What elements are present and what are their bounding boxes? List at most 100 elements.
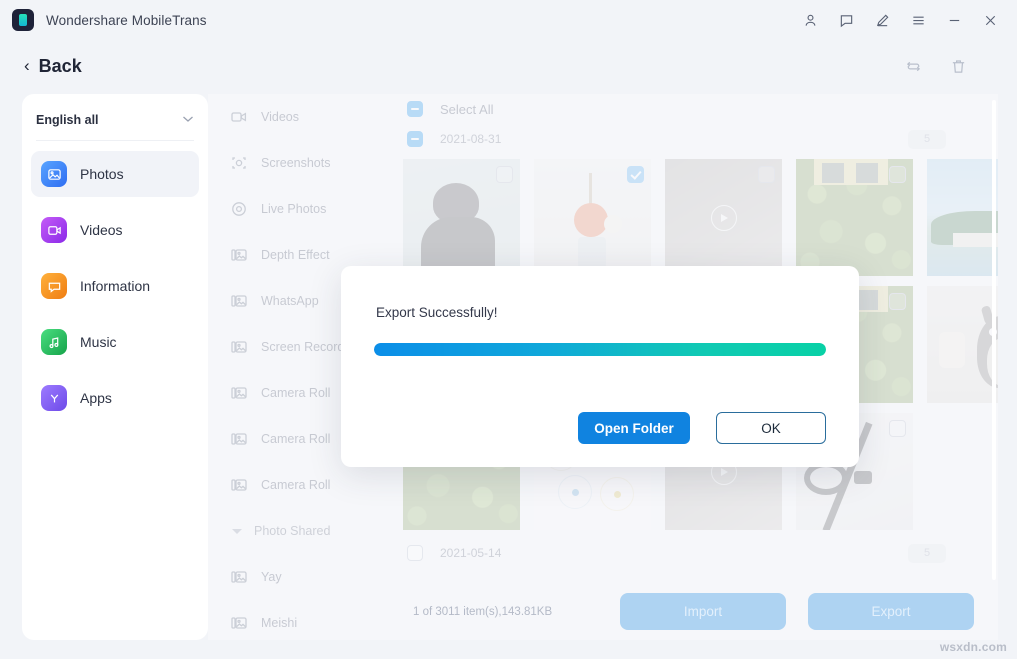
- category-label: Camera Roll: [261, 386, 330, 400]
- album-icon: [230, 614, 248, 632]
- select-all-row[interactable]: Select All: [398, 94, 998, 124]
- sidebar-item-apps[interactable]: Apps: [31, 375, 199, 421]
- language-label: English all: [36, 113, 99, 127]
- sidebar-item-label: Photos: [80, 166, 124, 182]
- dialog-title: Export Successfully!: [376, 305, 498, 320]
- group-date: 2021-05-14: [440, 546, 501, 560]
- content-toolbar: [905, 58, 993, 75]
- category-label: Photo Shared: [254, 524, 330, 538]
- thumb-checkbox[interactable]: [758, 166, 775, 183]
- page-header: ‹ Back: [0, 42, 1017, 90]
- sidebar-item-label: Videos: [80, 222, 123, 238]
- live-photo-icon: [230, 200, 248, 218]
- sidebar-item-photos[interactable]: Photos: [31, 151, 199, 197]
- screenshot-icon: [230, 154, 248, 172]
- group-checkbox[interactable]: [407, 545, 423, 561]
- thumb-totoro[interactable]: [927, 286, 998, 403]
- group-count-badge: 5: [908, 544, 946, 563]
- sidebar-item-music[interactable]: Music: [31, 319, 199, 365]
- category-item-screenshots[interactable]: Screenshots: [208, 140, 398, 186]
- action-bar: 1 of 3011 item(s),143.81KB Import Export: [398, 583, 998, 640]
- album-icon: [230, 338, 248, 356]
- refresh-icon[interactable]: [905, 58, 922, 75]
- sidebar-item-label: Information: [80, 278, 150, 294]
- thumb-beach[interactable]: [927, 159, 998, 276]
- category-item-live-photos[interactable]: Live Photos: [208, 186, 398, 232]
- thumb-checkbox[interactable]: [627, 166, 644, 183]
- apps-icon: [41, 385, 67, 411]
- category-item-camera-roll-3[interactable]: Camera Roll: [208, 462, 398, 508]
- sidebar: English all Photos Videos: [22, 94, 208, 640]
- music-icon: [41, 329, 67, 355]
- delete-icon[interactable]: [950, 58, 967, 75]
- information-icon: [41, 273, 67, 299]
- category-item-meishi[interactable]: Meishi: [208, 600, 398, 640]
- play-icon: [711, 205, 737, 231]
- app-window: Wondershare MobileTrans ‹: [0, 0, 1017, 659]
- thumbnail-row: [398, 154, 998, 276]
- title-bar: Wondershare MobileTrans: [0, 0, 1017, 40]
- back-button[interactable]: ‹ Back: [24, 56, 82, 77]
- account-icon[interactable]: [801, 11, 819, 29]
- album-icon: [230, 292, 248, 310]
- sidebar-item-label: Apps: [80, 390, 112, 406]
- album-icon: [230, 568, 248, 586]
- category-item-videos[interactable]: Videos: [208, 94, 398, 140]
- back-chevron-icon: ‹: [24, 57, 30, 74]
- album-icon: [230, 246, 248, 264]
- close-icon[interactable]: [981, 11, 999, 29]
- category-label: Screenshots: [261, 156, 330, 170]
- export-success-dialog: Export Successfully! Open Folder OK: [341, 266, 859, 467]
- ok-button[interactable]: OK: [716, 412, 826, 444]
- select-all-label: Select All: [440, 102, 493, 117]
- vertical-scrollbar[interactable]: [992, 100, 996, 580]
- language-select[interactable]: English all: [36, 99, 194, 141]
- select-all-checkbox[interactable]: [407, 101, 423, 117]
- category-label: Depth Effect: [261, 248, 330, 262]
- category-item-yay[interactable]: Yay: [208, 554, 398, 600]
- sidebar-item-videos[interactable]: Videos: [31, 207, 199, 253]
- chevron-down-icon: [182, 114, 194, 126]
- thumb-video-1[interactable]: [665, 159, 782, 276]
- chevron-down-icon: [232, 529, 242, 534]
- window-controls: [801, 11, 1005, 29]
- selection-status: 1 of 3011 item(s),143.81KB: [413, 606, 552, 618]
- progress-fill: [374, 343, 826, 356]
- open-folder-button[interactable]: Open Folder: [578, 412, 690, 444]
- thumb-garden[interactable]: [796, 159, 913, 276]
- feedback-icon[interactable]: [837, 11, 855, 29]
- import-button[interactable]: Import: [620, 593, 786, 630]
- album-icon: [230, 430, 248, 448]
- category-label: Videos: [261, 110, 299, 124]
- group-count-badge: 5: [908, 130, 946, 149]
- thumb-person[interactable]: [403, 159, 520, 276]
- videos-icon: [41, 217, 67, 243]
- category-label: WhatsApp: [261, 294, 319, 308]
- edit-icon[interactable]: [873, 11, 891, 29]
- minimize-icon[interactable]: [945, 11, 963, 29]
- category-label: Live Photos: [261, 202, 326, 216]
- thumb-checkbox[interactable]: [889, 420, 906, 437]
- export-button[interactable]: Export: [808, 593, 974, 630]
- mobiletrans-logo-icon: [12, 9, 34, 31]
- dialog-actions: Open Folder OK: [341, 412, 859, 444]
- category-label: Camera Roll: [261, 432, 330, 446]
- category-label: Yay: [261, 570, 282, 584]
- back-label: Back: [39, 56, 82, 77]
- thumb-checkbox[interactable]: [889, 166, 906, 183]
- app-title: Wondershare MobileTrans: [46, 13, 207, 28]
- date-group-header-2[interactable]: 2021-05-14 5: [398, 538, 998, 568]
- date-group-header[interactable]: 2021-08-31 5: [398, 124, 998, 154]
- thumb-checkbox[interactable]: [889, 293, 906, 310]
- group-checkbox[interactable]: [407, 131, 423, 147]
- menu-icon[interactable]: [909, 11, 927, 29]
- watermark: wsxdn.com: [940, 640, 1007, 654]
- category-group-photo-shared[interactable]: Photo Shared: [208, 508, 398, 554]
- sidebar-item-information[interactable]: Information: [31, 263, 199, 309]
- group-date: 2021-08-31: [440, 132, 501, 146]
- thumb-checkbox[interactable]: [496, 166, 513, 183]
- category-label: Meishi: [261, 616, 297, 630]
- album-icon: [230, 476, 248, 494]
- thumb-flowers[interactable]: [534, 159, 651, 276]
- sidebar-nav: Photos Videos Information Music: [22, 141, 208, 421]
